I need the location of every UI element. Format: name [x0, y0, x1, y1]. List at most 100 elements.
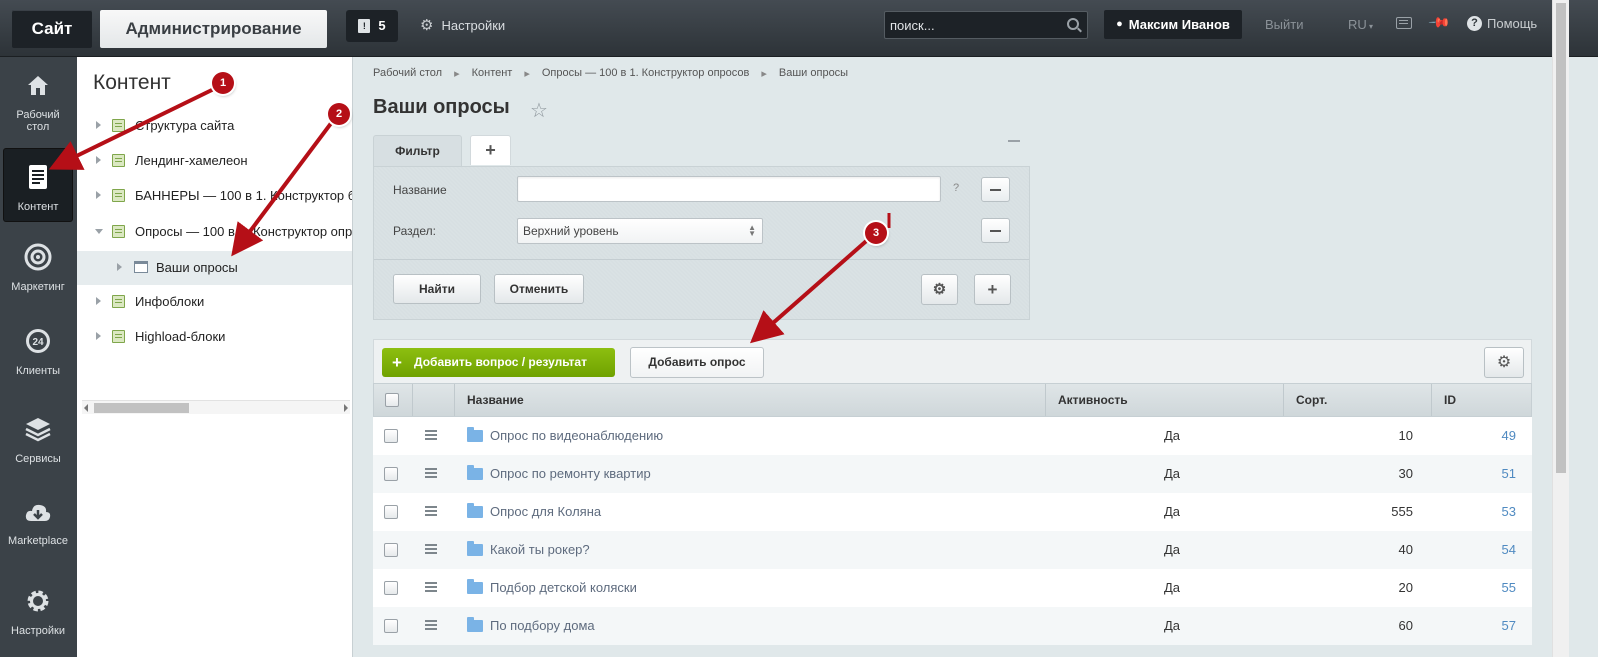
- tree-item-banners[interactable]: БАННЕРЫ — 100 в 1. Конструктор баннеров: [77, 179, 352, 213]
- help-link[interactable]: ? Помощь: [1467, 16, 1537, 31]
- row-id[interactable]: 55: [1502, 580, 1516, 595]
- tab-filter[interactable]: Фильтр: [373, 135, 462, 167]
- chevron-down-icon: ▾: [1366, 22, 1374, 31]
- row-name-link[interactable]: Подбор детской коляски: [490, 580, 637, 595]
- select-all-checkbox[interactable]: [385, 393, 399, 407]
- plus-icon: +: [987, 280, 998, 299]
- row-menu-icon[interactable]: [425, 544, 437, 546]
- tree-item-your-polls[interactable]: Ваши опросы: [77, 251, 352, 285]
- collapse-filter-icon[interactable]: [1008, 140, 1020, 142]
- row-id[interactable]: 54: [1502, 542, 1516, 557]
- row-id[interactable]: 51: [1502, 466, 1516, 481]
- breadcrumb-item[interactable]: Рабочий стол: [373, 67, 442, 80]
- scroll-thumb[interactable]: [94, 403, 189, 413]
- admin-tab[interactable]: Администрирование: [100, 10, 327, 48]
- nav-item-marketing[interactable]: Маркетинг: [4, 237, 72, 309]
- add-filter-field-button[interactable]: +: [974, 274, 1011, 305]
- add-poll-button[interactable]: Добавить опрос: [630, 347, 764, 378]
- find-button[interactable]: Найти: [393, 274, 481, 304]
- add-filter-tab-button[interactable]: +: [470, 135, 511, 165]
- breadcrumb-item[interactable]: Опросы — 100 в 1. Конструктор опросов: [542, 67, 749, 80]
- list-settings-button[interactable]: ⚙: [1484, 347, 1524, 378]
- row-menu-icon[interactable]: [425, 430, 437, 432]
- row-name-link[interactable]: Опрос по ремонту квартир: [490, 466, 651, 481]
- search-input[interactable]: [885, 12, 1063, 38]
- tree-item-landing[interactable]: Лендинг-хамелеон: [77, 144, 352, 178]
- row-name-link[interactable]: По подбору дома: [490, 618, 595, 633]
- user-button[interactable]: ● Максим Иванов: [1104, 10, 1242, 39]
- breadcrumb-item[interactable]: Ваши опросы: [779, 67, 848, 80]
- folder-icon: [467, 503, 483, 518]
- breadcrumb-item[interactable]: Контент: [472, 67, 513, 80]
- top-bar: Сайт Администрирование ! 5 ⚙ Настройки ●…: [0, 0, 1598, 57]
- tree-item-iblocks[interactable]: Инфоблоки: [77, 285, 352, 319]
- cancel-button[interactable]: Отменить: [494, 274, 584, 304]
- page-vertical-scrollbar[interactable]: [1552, 0, 1569, 657]
- table-row[interactable]: Какой ты рокер? Да 40 54: [373, 531, 1532, 569]
- row-checkbox[interactable]: [384, 467, 398, 481]
- site-tab[interactable]: Сайт: [12, 10, 92, 48]
- row-checkbox[interactable]: [384, 619, 398, 633]
- nav-item-desktop[interactable]: Рабочий стол: [4, 63, 72, 135]
- expand-arrow-icon[interactable]: [96, 297, 101, 305]
- language-select[interactable]: RU ▾: [1348, 17, 1373, 32]
- expand-arrow-icon[interactable]: [96, 332, 101, 340]
- column-header-name[interactable]: Название: [454, 384, 1045, 416]
- scroll-thumb[interactable]: [1556, 3, 1566, 473]
- row-menu-icon[interactable]: [425, 468, 437, 470]
- tree-item-highload[interactable]: Highload-блоки: [77, 320, 352, 354]
- table-row[interactable]: Опрос по видеонаблюдению Да 10 49: [373, 417, 1532, 455]
- row-name-link[interactable]: Какой ты рокер?: [490, 542, 590, 557]
- logout-link[interactable]: Выйти: [1265, 17, 1304, 32]
- keyboard-icon[interactable]: [1396, 17, 1412, 29]
- table-row[interactable]: Опрос по ремонту квартир Да 30 51: [373, 455, 1532, 493]
- expand-arrow-icon[interactable]: [96, 191, 101, 199]
- tree-horizontal-scrollbar[interactable]: [82, 400, 350, 414]
- expand-arrow-icon[interactable]: [96, 121, 101, 129]
- row-sort: 30: [1398, 466, 1413, 481]
- section-select[interactable]: Верхний уровень ▲ ▼: [517, 218, 763, 244]
- row-menu-icon[interactable]: [425, 506, 437, 508]
- star-icon[interactable]: ☆: [530, 98, 548, 123]
- column-header-active[interactable]: Активность: [1045, 384, 1283, 416]
- remove-name-filter-button[interactable]: [981, 177, 1010, 202]
- row-id[interactable]: 57: [1502, 618, 1516, 633]
- nav-item-clients[interactable]: 24 Клиенты: [4, 321, 72, 393]
- collapse-arrow-icon[interactable]: [95, 229, 103, 234]
- table-row[interactable]: Опрос для Коляна Да 555 53: [373, 493, 1532, 531]
- filter-help-icon[interactable]: ?: [953, 182, 959, 194]
- tree-item-site-structure[interactable]: Структура сайта: [77, 109, 352, 143]
- remove-section-filter-button[interactable]: [981, 218, 1010, 243]
- nav-item-settings[interactable]: Настройки: [4, 581, 72, 653]
- scroll-right-icon[interactable]: [344, 404, 348, 412]
- nav-item-content[interactable]: Контент: [4, 149, 72, 221]
- row-checkbox[interactable]: [384, 429, 398, 443]
- row-checkbox[interactable]: [384, 505, 398, 519]
- expand-arrow-icon[interactable]: [117, 263, 122, 271]
- expand-arrow-icon[interactable]: [96, 156, 101, 164]
- annotation-badge-2: 2: [328, 103, 350, 125]
- row-id[interactable]: 53: [1502, 504, 1516, 519]
- row-name-link[interactable]: Опрос по видеонаблюдению: [490, 428, 663, 443]
- table-row[interactable]: По подбору дома Да 60 57: [373, 607, 1532, 645]
- tree-item-polls[interactable]: Опросы — 100 в 1. Конструктор опросов: [77, 215, 352, 249]
- pin-icon[interactable]: 📌: [1428, 10, 1452, 34]
- search-icon[interactable]: [1067, 18, 1079, 30]
- filter-name-input[interactable]: [517, 176, 941, 202]
- column-header-sort[interactable]: Сорт.: [1283, 384, 1431, 416]
- notifications-button[interactable]: ! 5: [346, 10, 398, 42]
- settings-link[interactable]: ⚙ Настройки: [420, 10, 505, 42]
- row-menu-icon[interactable]: [425, 620, 437, 622]
- scroll-left-icon[interactable]: [84, 404, 88, 412]
- row-checkbox[interactable]: [384, 581, 398, 595]
- row-menu-icon[interactable]: [425, 582, 437, 584]
- add-question-button[interactable]: + Добавить вопрос / результат: [382, 348, 615, 377]
- table-row[interactable]: Подбор детской коляски Да 20 55: [373, 569, 1532, 607]
- row-name-link[interactable]: Опрос для Коляна: [490, 504, 601, 519]
- filter-settings-button[interactable]: ⚙: [921, 274, 958, 305]
- row-checkbox[interactable]: [384, 543, 398, 557]
- column-header-id[interactable]: ID: [1431, 384, 1531, 416]
- row-id[interactable]: 49: [1502, 428, 1516, 443]
- nav-item-marketplace[interactable]: Marketplace: [4, 493, 72, 565]
- nav-item-services[interactable]: Сервисы: [4, 409, 72, 481]
